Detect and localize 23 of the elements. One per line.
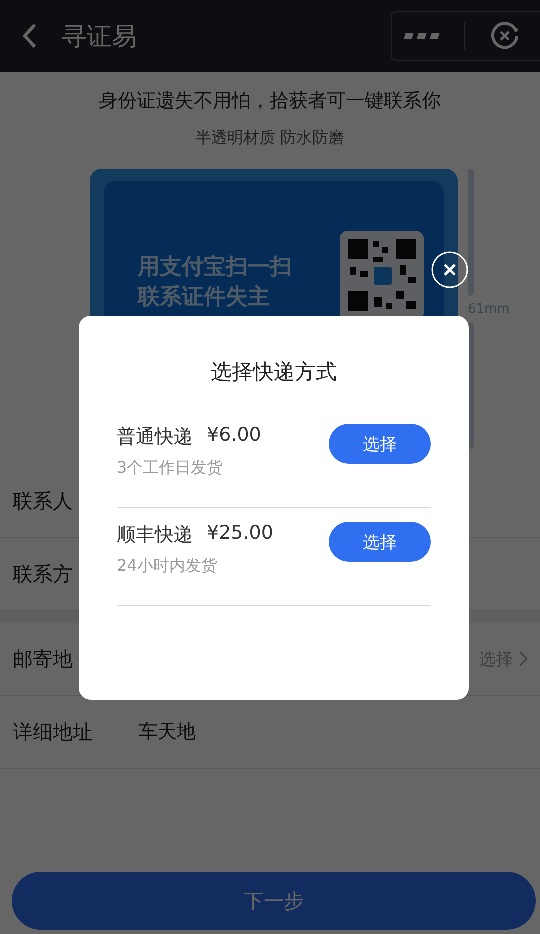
address-field[interactable]: 车天地 [139,719,196,745]
shipping-note: 3个工作日发货 [117,458,224,479]
dialog-title: 选择快递方式 [210,359,338,386]
shipping-price: ¥6.00 [207,424,262,448]
shipping-note: 24小时内发货 [117,556,218,577]
select-button[interactable]: 选择 [329,424,431,464]
next-button[interactable]: 下一步 [12,872,536,930]
card-caption: 联系证件失主 [138,284,271,312]
field-label: 联系人 [13,488,74,514]
close-icon[interactable] [431,251,469,289]
chevron-right-icon [519,651,528,667]
shipping-name: 普通快递 [117,425,193,450]
subtitle: 半透明材质 防水防磨 [195,128,345,149]
headline: 身份证遗失不用怕，拾获者可一键联系你 [99,89,441,114]
select-button[interactable]: 选择 [329,522,431,562]
shipping-price: ¥25.00 [207,522,274,546]
page-title: 寻证易 [62,20,137,52]
card-caption: 用支付宝扫一扫 [138,254,292,282]
field-label: 详细地址 [13,718,94,746]
more-icon[interactable] [404,31,440,41]
shipping-name: 顺丰快递 [117,523,193,548]
field-label: 邮寄地 [13,646,74,672]
back-icon[interactable] [22,23,38,49]
